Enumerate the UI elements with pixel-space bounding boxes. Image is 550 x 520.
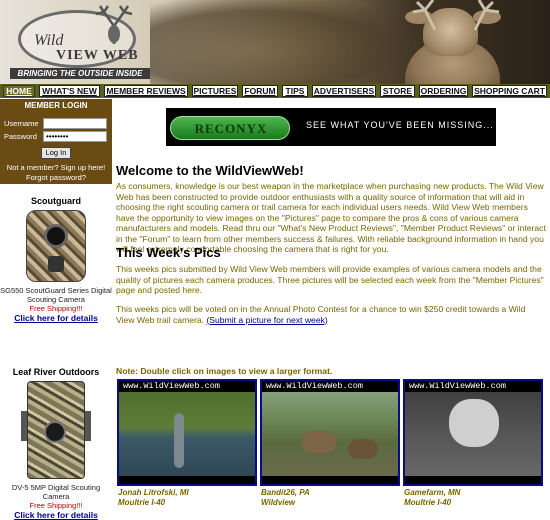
scoutguard-camera-image[interactable]: [26, 210, 86, 282]
login-button[interactable]: Log In: [41, 147, 71, 159]
nav-advertisers[interactable]: ADVERTISERS: [312, 85, 376, 97]
caption-user: Bandit26, PA: [261, 488, 310, 497]
ad-shipping: Free Shipping!!!: [29, 501, 83, 510]
page: Wild VIEW WEB BRINGING THE OUTSIDE INSID…: [0, 0, 550, 520]
logo-tagline: BRINGING THE OUTSIDE INSIDE: [10, 68, 150, 79]
caption-camera: Wildview: [261, 498, 296, 507]
header-banner: Wild VIEW WEB BRINGING THE OUTSIDE INSID…: [0, 0, 550, 84]
member-photo-2[interactable]: www.WildViewWeb.com: [260, 379, 400, 486]
nav-whats-new[interactable]: WHAT'S NEW: [39, 85, 100, 97]
forgot-password-link[interactable]: Forgot password?: [0, 173, 112, 182]
ad-shipping: Free Shipping!!!: [29, 304, 83, 313]
login-heading: MEMBER LOGIN: [24, 101, 88, 110]
note-text: Note: Double click on images to view a l…: [116, 366, 333, 376]
antlers-icon: [412, 0, 500, 31]
welcome-paragraph: As consumers, knowledge is our best weap…: [116, 181, 546, 254]
member-photo-1[interactable]: www.WildViewWeb.com: [117, 379, 257, 486]
ad-details-link[interactable]: Click here for details: [0, 510, 112, 520]
nav-pictures[interactable]: PICTURES: [192, 85, 238, 97]
caption-camera: Moultrie I-40: [118, 498, 166, 507]
leafriver-camera-image[interactable]: [21, 381, 91, 479]
ad-details-link[interactable]: Click here for details: [0, 313, 112, 323]
caption-camera: Moultrie I-40: [404, 498, 452, 507]
photo-caption-1: Jonah Litrofski, MI Moultrie I-40: [118, 488, 189, 508]
username-input[interactable]: [43, 118, 107, 129]
nav-shopping-cart[interactable]: SHOPPING CART: [472, 85, 547, 97]
reconyx-logo: RECONYX: [170, 116, 290, 140]
reconyx-tagline: SEE WHAT YOU'VE BEEN MISSING...: [306, 120, 494, 130]
ad-description: SG550 ScoutGuard Series Digital Scouting…: [0, 286, 112, 304]
ad-scoutguard: Scoutguard SG550 ScoutGuard Series Digit…: [0, 196, 112, 323]
signup-link[interactable]: Not a member? Sign up here!: [0, 163, 112, 172]
buck-shape: [449, 399, 499, 447]
password-label: Password: [4, 132, 37, 141]
member-login-panel: MEMBER LOGIN Username Password Log In No…: [0, 99, 112, 184]
photo-caption-2: Bandit26, PA Wildview: [261, 488, 310, 508]
submit-picture-link[interactable]: (Submit a picture for next week): [206, 315, 327, 325]
weekly-pics-paragraph: This weeks pics submitted by Wild View W…: [116, 264, 544, 295]
ad-leaf-river: Leaf River Outdoors DV-5 5MP Digital Sco…: [0, 367, 112, 520]
logo-viewweb-text: VIEW WEB: [56, 48, 139, 63]
photo-footer: [405, 476, 541, 484]
photo-watermark: www.WildViewWeb.com: [405, 381, 541, 392]
password-input[interactable]: [43, 131, 107, 142]
photo-footer: [262, 476, 398, 484]
caption-user: Gamefarm, MN: [404, 488, 461, 497]
photo-watermark: www.WildViewWeb.com: [119, 381, 255, 392]
photo-footer: [119, 476, 255, 484]
nav-member-reviews[interactable]: MEMBER REVIEWS: [104, 85, 188, 97]
photo-caption-3: Gamefarm, MN Moultrie I-40: [404, 488, 460, 508]
reconyx-logo-text: RECONYX: [194, 121, 268, 136]
ad-title: Leaf River Outdoors: [12, 367, 100, 377]
member-photo-3[interactable]: www.WildViewWeb.com: [403, 379, 543, 486]
photo-watermark: www.WildViewWeb.com: [262, 381, 398, 392]
site-logo[interactable]: Wild VIEW WEB BRINGING THE OUTSIDE INSID…: [8, 4, 152, 80]
contest-paragraph: This weeks pics will be voted on in the …: [116, 304, 546, 325]
nav-home[interactable]: HOME: [3, 85, 35, 97]
main-nav: HOME WHAT'S NEW MEMBER REVIEWS PICTURES …: [0, 84, 550, 98]
ad-description: DV-5 5MP Digital Scouting Camera: [11, 483, 101, 501]
nav-store[interactable]: STORE: [380, 85, 415, 97]
heron-shape: [174, 413, 184, 468]
deer-shape-2: [348, 439, 378, 459]
sidebar: MEMBER LOGIN Username Password Log In No…: [0, 99, 112, 520]
header-background-hill: [150, 0, 420, 84]
buck-logo-icon: [95, 5, 133, 44]
weekly-pics-heading: This Week's Pics: [116, 245, 221, 260]
username-label: Username: [4, 119, 39, 128]
deer-shape-1: [302, 431, 336, 453]
welcome-heading: Welcome to the WildViewWeb!: [116, 163, 304, 178]
ad-title: Scoutguard: [30, 196, 81, 206]
nav-forum[interactable]: FORUM: [242, 85, 278, 97]
reconyx-banner-ad[interactable]: RECONYX SEE WHAT YOU'VE BEEN MISSING...: [166, 108, 496, 146]
nav-ordering[interactable]: ORDERING: [419, 85, 468, 97]
nav-tips[interactable]: TIPS: [282, 85, 308, 97]
caption-user: Jonah Litrofski, MI: [118, 488, 189, 497]
